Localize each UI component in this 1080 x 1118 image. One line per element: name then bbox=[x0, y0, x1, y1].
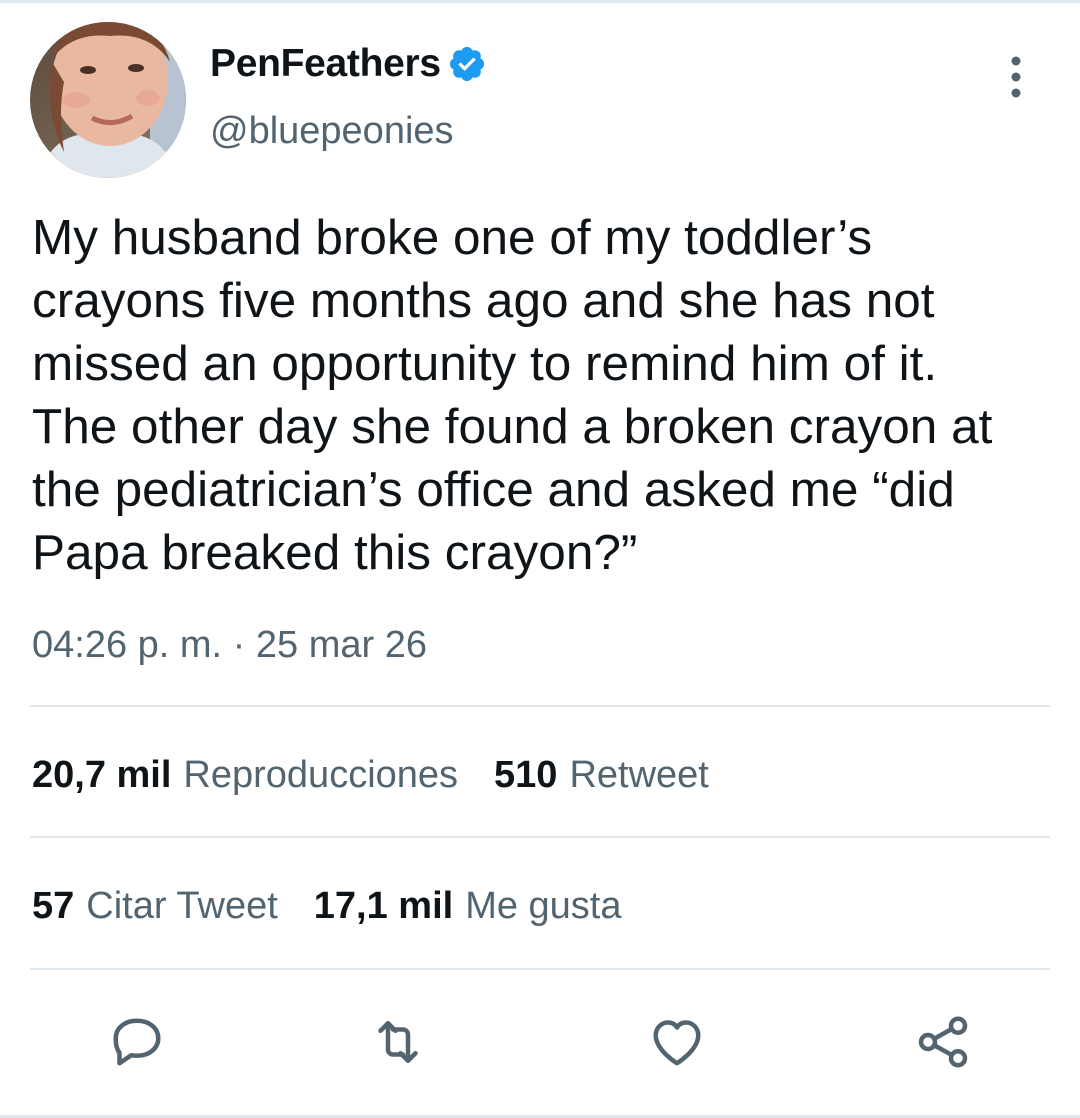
top-divider bbox=[0, 0, 1080, 3]
stats-row-1: 20,7 mil Reproducciones 510 Retweet bbox=[32, 754, 745, 797]
views-label: Reproducciones bbox=[183, 754, 459, 796]
tweet-text: My husband broke one of my toddler’s cra… bbox=[32, 210, 993, 580]
divider bbox=[30, 705, 1050, 707]
tweet-detail: PenFeathers @bluepeonies My husband brok… bbox=[0, 0, 1080, 1118]
quotes-label[interactable]: Citar Tweet bbox=[86, 885, 277, 928]
retweet-icon[interactable] bbox=[368, 1012, 428, 1072]
retweets-count[interactable]: 510 bbox=[494, 754, 557, 797]
likes-label[interactable]: Me gusta bbox=[465, 885, 621, 928]
share-icon[interactable] bbox=[913, 1012, 973, 1072]
avatar[interactable] bbox=[30, 22, 186, 178]
likes-count[interactable]: 17,1 mil bbox=[314, 885, 453, 928]
more-vertical-icon[interactable] bbox=[1000, 52, 1032, 102]
user-handle[interactable]: @bluepeonies bbox=[210, 110, 454, 153]
verified-badge-icon bbox=[449, 46, 484, 82]
tweet-timestamp[interactable]: 04:26 p. m. · 25 mar 26 bbox=[32, 624, 427, 667]
display-name[interactable]: PenFeathers bbox=[210, 42, 441, 86]
stats-row-2: 57 Citar Tweet 17,1 mil Me gusta bbox=[32, 885, 658, 928]
divider bbox=[30, 836, 1050, 838]
heart-icon[interactable] bbox=[647, 1012, 707, 1072]
retweets-label[interactable]: Retweet bbox=[569, 754, 708, 797]
divider bbox=[30, 968, 1050, 970]
views-count: 20,7 mil bbox=[32, 754, 172, 796]
author-name-row[interactable]: PenFeathers bbox=[210, 42, 487, 86]
quotes-count[interactable]: 57 bbox=[32, 885, 74, 928]
reply-icon[interactable] bbox=[107, 1012, 167, 1072]
